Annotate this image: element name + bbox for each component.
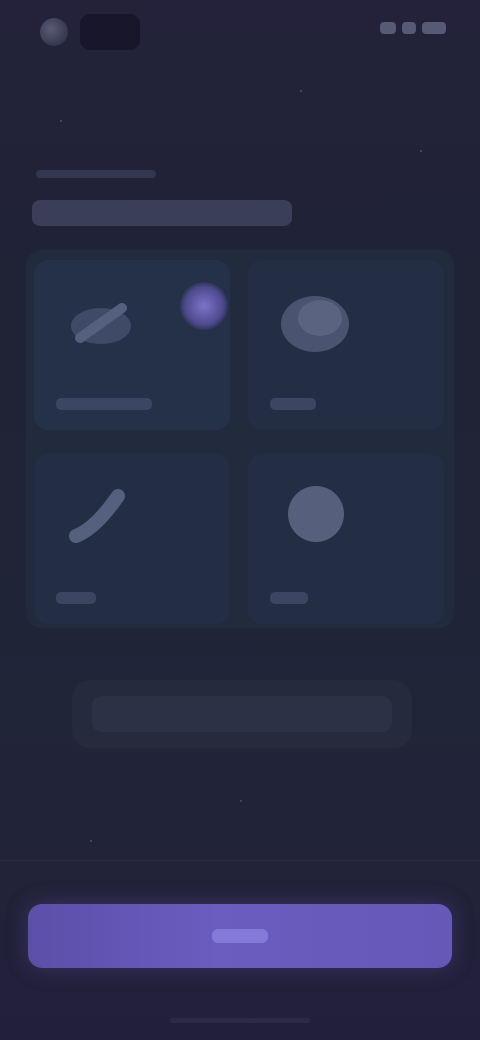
background-star xyxy=(420,150,422,152)
continue-button[interactable] xyxy=(28,904,452,968)
secondary-button[interactable] xyxy=(72,680,412,748)
status-icons xyxy=(380,22,446,34)
divider xyxy=(0,860,480,861)
background-star xyxy=(240,800,242,802)
option-label xyxy=(56,398,152,410)
option-card-cloud[interactable] xyxy=(248,260,444,430)
background-star xyxy=(60,120,62,122)
battery-icon xyxy=(422,22,446,34)
app-name xyxy=(80,14,140,50)
selected-indicator xyxy=(180,282,228,330)
option-card-brush[interactable] xyxy=(34,454,230,624)
option-label xyxy=(270,592,308,604)
options-grid xyxy=(26,250,454,628)
option-label xyxy=(270,398,316,410)
continue-button-label xyxy=(212,929,268,943)
option-card-wand[interactable] xyxy=(34,260,230,430)
background-star xyxy=(90,840,92,842)
option-label xyxy=(56,592,96,604)
circle-icon xyxy=(276,476,354,554)
background-star xyxy=(300,90,302,92)
home-indicator[interactable] xyxy=(170,1018,310,1023)
option-card-circle[interactable] xyxy=(248,454,444,624)
app-screen xyxy=(0,0,480,1040)
status-bar xyxy=(0,0,480,64)
wand-icon xyxy=(62,282,140,360)
signal-icon xyxy=(380,22,396,34)
wifi-icon xyxy=(402,22,416,34)
brush-icon xyxy=(62,476,140,554)
secondary-button-label xyxy=(92,696,392,732)
page-title xyxy=(32,200,292,226)
cloud-icon xyxy=(276,282,354,360)
app-logo-icon xyxy=(40,18,68,46)
breadcrumb xyxy=(36,170,156,178)
